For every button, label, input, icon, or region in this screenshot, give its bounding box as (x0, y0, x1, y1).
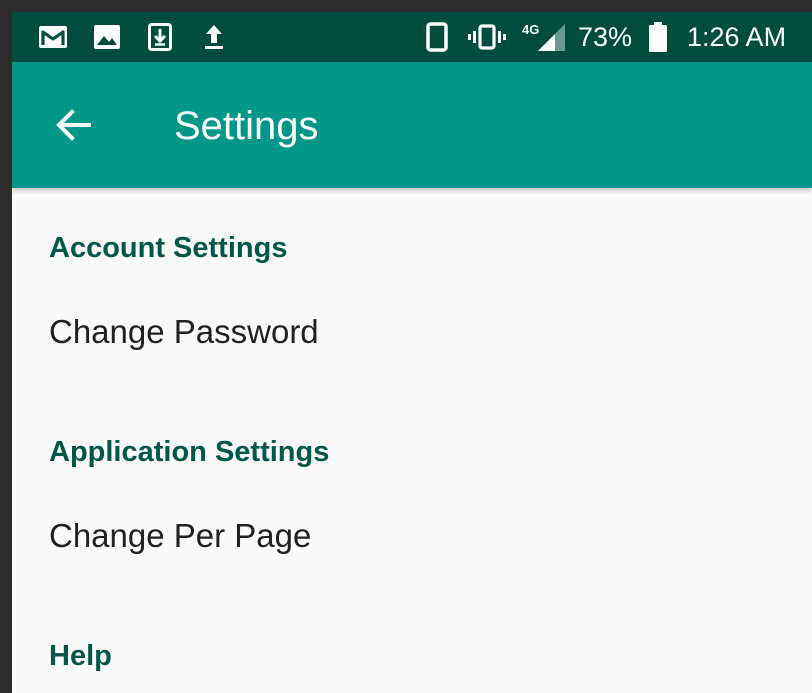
back-button[interactable] (48, 100, 98, 150)
page-title: Settings (174, 104, 319, 148)
battery-icon (645, 22, 671, 52)
signal-4g-icon: 4G (520, 22, 568, 52)
change-per-page-label: Change Per Page (49, 517, 312, 554)
network-label: 4G (522, 22, 539, 37)
clock: 1:26 AM (687, 22, 787, 52)
change-per-page-item[interactable]: Change Per Page (12, 490, 812, 582)
settings-list: Account Settings Change Password Applica… (12, 188, 812, 693)
gmail-icon (36, 22, 70, 52)
change-password-item[interactable]: Change Password (12, 286, 812, 378)
phone-icon (424, 22, 450, 52)
battery-percent: 73% (578, 22, 633, 52)
status-bar: 4G 73% 1:26 AM (12, 12, 812, 62)
section-header-help: Help (49, 640, 112, 672)
arrow-back-icon (53, 105, 93, 145)
vibrate-icon (466, 22, 508, 52)
image-icon (90, 22, 124, 52)
app-bar: Settings (12, 62, 812, 188)
download-icon (146, 22, 174, 52)
change-password-label: Change Password (49, 313, 319, 350)
section-header-application: Application Settings (49, 436, 330, 468)
upload-icon (200, 22, 228, 52)
section-header-account: Account Settings (49, 232, 288, 264)
screen: 4G 73% 1:26 AM Settings Account Settings… (12, 12, 812, 693)
